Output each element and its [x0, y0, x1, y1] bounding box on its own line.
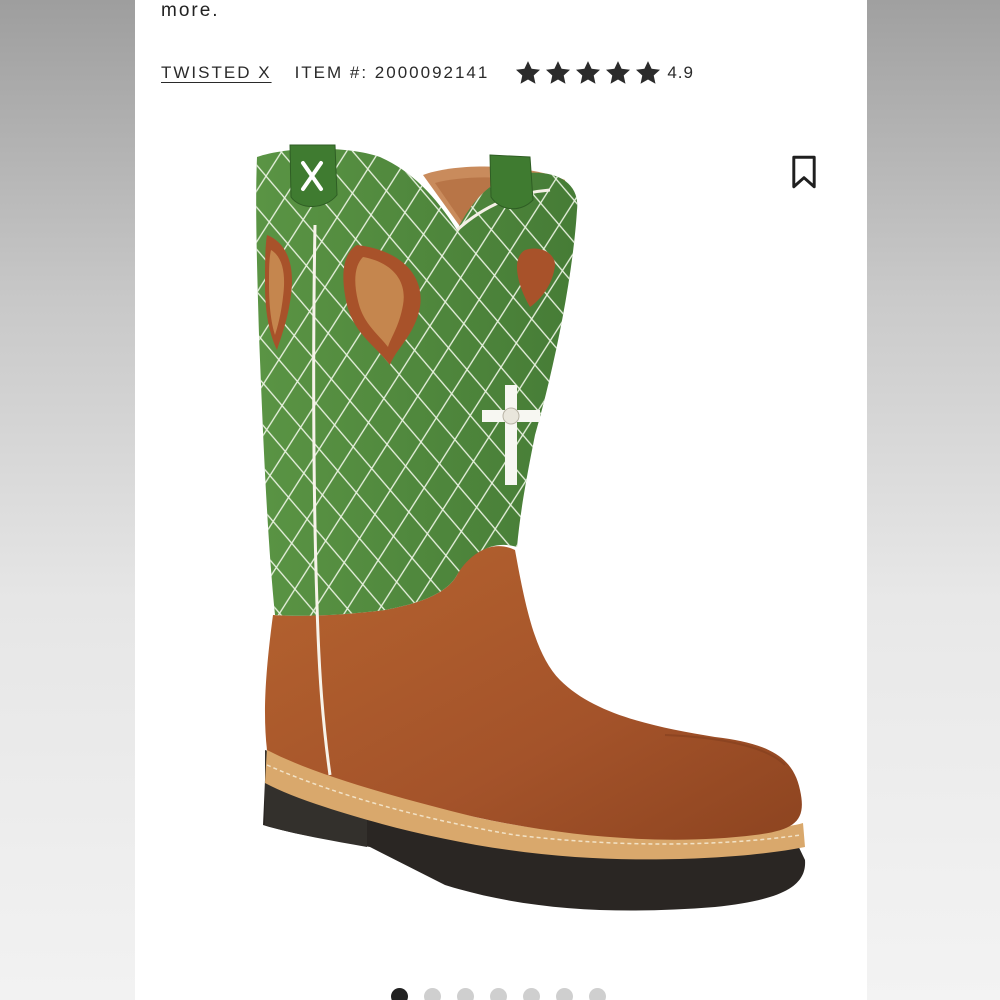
carousel-dot[interactable]	[391, 988, 408, 1000]
carousel-dot[interactable]	[490, 988, 507, 1000]
star-icon	[606, 61, 631, 84]
product-image-boot[interactable]	[195, 135, 815, 955]
rating-value: 4.9	[667, 63, 694, 82]
image-carousel-dots	[391, 988, 622, 1000]
carousel-dot[interactable]	[589, 988, 606, 1000]
star-icon	[546, 61, 571, 84]
blurred-background-right	[867, 0, 1000, 1000]
brand-link[interactable]: TWISTED X	[161, 63, 272, 83]
description-more-text[interactable]: more.	[161, 0, 220, 22]
star-icon	[516, 61, 541, 84]
carousel-dot[interactable]	[424, 988, 441, 1000]
product-meta-row: TWISTED X ITEM #: 2000092141 4.9	[161, 59, 694, 87]
item-number: ITEM #: 2000092141	[294, 63, 490, 82]
star-icon	[636, 61, 661, 84]
product-panel: more. TWISTED X ITEM #: 2000092141 4.9	[135, 0, 867, 1000]
carousel-dot[interactable]	[523, 988, 540, 1000]
star-icon	[576, 61, 601, 84]
carousel-dot[interactable]	[556, 988, 573, 1000]
blurred-background-left	[0, 0, 135, 1000]
carousel-dot[interactable]	[457, 988, 474, 1000]
rating-stars[interactable]: 4.9	[514, 59, 694, 87]
